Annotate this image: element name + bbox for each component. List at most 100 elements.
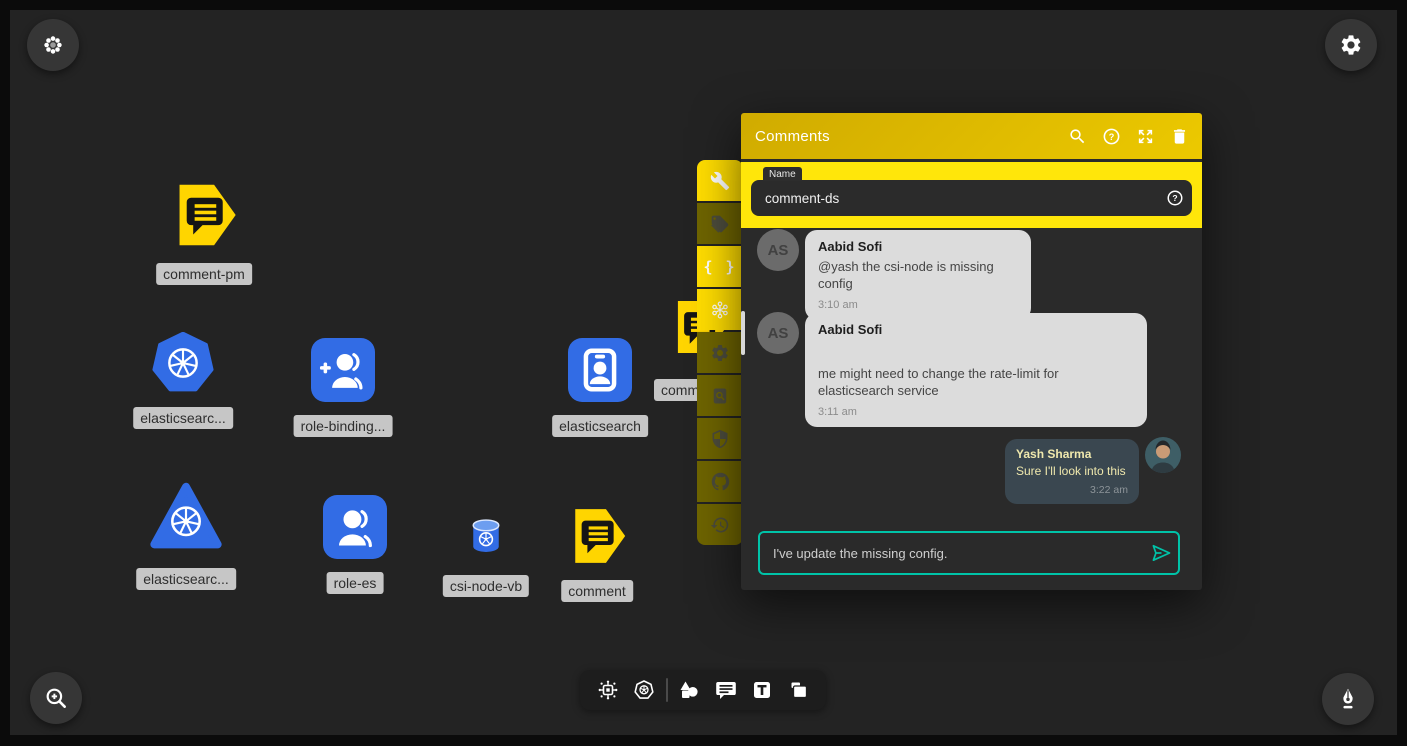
comments-panel-header[interactable]: Comments ? (741, 113, 1202, 159)
message-text: me might need to change the rate-limit f… (818, 365, 1134, 399)
node-role-es[interactable] (323, 495, 387, 559)
search-icon (1068, 127, 1087, 146)
kubernetes-tool-button[interactable] (629, 675, 659, 705)
github-icon (710, 471, 731, 492)
expand-button[interactable] (1128, 121, 1162, 151)
shapes-tool-button[interactable] (674, 675, 704, 705)
node-role-binding[interactable] (311, 338, 375, 402)
help-button[interactable]: ? (1094, 121, 1128, 151)
history-button[interactable] (697, 504, 743, 545)
service-account-icon (568, 338, 632, 402)
message-author: Aabid Sofi (818, 239, 1018, 254)
expand-icon (1136, 127, 1155, 146)
person-photo (1145, 437, 1181, 473)
comment-input[interactable] (760, 546, 1144, 561)
comment-shape-icon (168, 179, 240, 251)
scrollbar-thumb[interactable] (741, 311, 745, 355)
design-canvas[interactable]: comment-pm elasticsearc... role-bind (10, 10, 1397, 735)
avatar-initials: AS (768, 325, 789, 342)
message-time: 3:10 am (818, 299, 1018, 311)
storage-cylinder-icon (471, 519, 501, 553)
message-author: Yash Sharma (1016, 447, 1128, 461)
name-section: Name ? (741, 162, 1202, 228)
note-tool-button[interactable] (784, 675, 814, 705)
pen-fab[interactable] (1322, 673, 1374, 725)
node-csi-node-vb[interactable] (471, 519, 501, 553)
pen-nib-icon (1335, 686, 1361, 712)
node-label: elasticsearch (552, 415, 648, 437)
hub-button[interactable] (697, 289, 743, 330)
node-action-toolbar: { } (697, 160, 743, 545)
help-icon: ? (1166, 189, 1184, 207)
node-label: elasticsearc... (133, 407, 233, 429)
shield-icon (710, 429, 730, 449)
kubernetes-icon (632, 678, 656, 702)
delete-button[interactable] (1162, 121, 1196, 151)
doc-search-icon (710, 386, 730, 406)
node-label: comment-pm (156, 263, 252, 285)
shapes-icon (677, 678, 701, 702)
text-tool-button[interactable] (747, 675, 777, 705)
node-label: role-es (327, 572, 384, 594)
send-icon (1149, 541, 1173, 565)
svg-text:?: ? (1172, 193, 1177, 203)
configure-button[interactable] (697, 160, 743, 201)
comment-tool-button[interactable] (711, 675, 741, 705)
message-text: @yash the csi-node is missing config (818, 258, 1018, 292)
note-icon (787, 678, 811, 702)
graph-chip-icon (596, 678, 620, 702)
comments-panel: Comments ? (741, 113, 1202, 590)
toolbar-divider (666, 678, 668, 702)
message-bubble: Aabid Sofi @yash the csi-node is missing… (805, 230, 1031, 320)
menu-fab[interactable] (27, 19, 79, 71)
node-elasticsearch[interactable] (568, 338, 632, 402)
node-comment[interactable] (565, 504, 629, 568)
user-photo-avatar (1145, 437, 1181, 473)
message-bubble: Yash Sharma Sure I'll look into this 3:2… (1005, 439, 1139, 504)
message-text: Sure I'll look into this (1016, 464, 1128, 479)
node-label: csi-node-vb (443, 575, 529, 597)
name-field-wrap: Name ? (751, 180, 1192, 216)
search-button[interactable] (1060, 121, 1094, 151)
node-elasticsearch-heptagon[interactable] (152, 332, 214, 394)
message-bubble: Aabid Sofi me might need to change the r… (805, 313, 1147, 427)
settings-fab[interactable] (1325, 19, 1377, 71)
role-icon (323, 495, 387, 559)
zoom-fab[interactable] (30, 672, 82, 724)
message-time: 3:22 am (1016, 484, 1128, 496)
help-icon: ? (1102, 127, 1121, 146)
inspect-button[interactable] (697, 375, 743, 416)
settings-button[interactable] (697, 332, 743, 373)
name-input[interactable] (751, 191, 1158, 206)
node-label: comment (561, 580, 633, 602)
avatar-initials: AS (768, 242, 789, 259)
shape-toolbar (580, 670, 826, 710)
node-comment-pm[interactable] (168, 179, 240, 251)
text-tool-icon (750, 678, 774, 702)
messages-list[interactable]: AS Aabid Sofi @yash the csi-node is miss… (741, 228, 1202, 518)
github-button[interactable] (697, 461, 743, 502)
role-binding-icon (311, 338, 375, 402)
settings-gear-icon (1339, 33, 1363, 57)
wrench-icon (710, 171, 730, 191)
kubernetes-triangle-icon (150, 481, 222, 553)
send-button[interactable] (1144, 536, 1178, 570)
message-time: 3:11 am (818, 406, 1134, 418)
tag-icon (710, 214, 730, 234)
security-button[interactable] (697, 418, 743, 459)
label-button[interactable] (697, 203, 743, 244)
app-window: comment-pm elasticsearc... role-bind (0, 0, 1407, 746)
braces-icon: { } (703, 258, 736, 276)
message-author: Aabid Sofi (818, 322, 1134, 337)
hub-icon (709, 299, 731, 321)
panel-title: Comments (755, 128, 1060, 145)
graph-tool-button[interactable] (593, 675, 623, 705)
name-help-button[interactable]: ? (1158, 189, 1192, 207)
gear-icon (710, 343, 730, 363)
svg-text:?: ? (1108, 131, 1114, 141)
node-elasticsearch-triangle[interactable] (150, 481, 222, 553)
edit-json-button[interactable]: { } (697, 246, 743, 287)
name-field-label: Name (763, 167, 802, 181)
trash-icon (1170, 127, 1189, 146)
node-label: role-binding... (294, 415, 393, 437)
